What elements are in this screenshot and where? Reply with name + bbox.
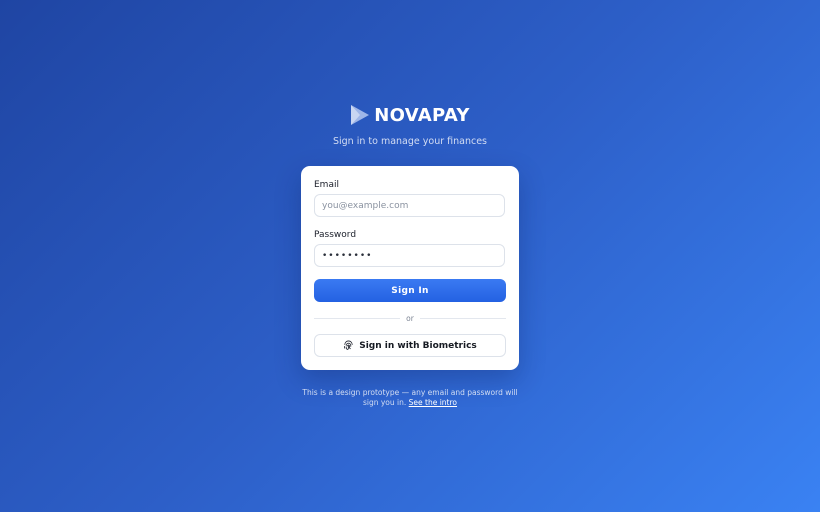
or-divider: or	[314, 313, 506, 324]
brand-header: NOVAPAY	[0, 104, 820, 126]
sign-in-button[interactable]: Sign In	[314, 279, 506, 302]
biometrics-button-label: Sign in with Biometrics	[359, 340, 477, 351]
email-label: Email	[314, 180, 339, 190]
divider-line-right	[420, 318, 506, 319]
biometrics-sign-in-button[interactable]: Sign in with Biometrics	[314, 334, 506, 357]
see-intro-link[interactable]: See the intro	[409, 398, 457, 407]
tagline: Sign in to manage your finances	[332, 136, 488, 147]
password-label: Password	[314, 230, 357, 240]
play-arrow-logo-icon	[351, 105, 370, 125]
fingerprint-icon	[344, 340, 353, 351]
login-card: Email Password Sign In or Sign in with B…	[301, 166, 519, 370]
password-field[interactable]	[314, 244, 505, 267]
email-field[interactable]	[314, 194, 505, 217]
prototype-notice: This is a design prototype — any email a…	[300, 388, 520, 408]
brand-name: NOVAPAY	[374, 104, 470, 126]
